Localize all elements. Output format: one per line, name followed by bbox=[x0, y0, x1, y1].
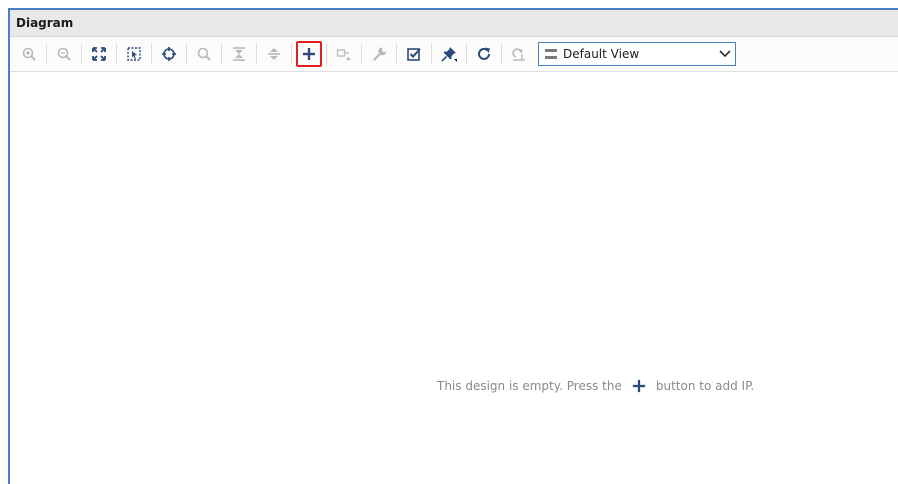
view-select-value: Default View bbox=[563, 47, 640, 61]
toolbar-separator bbox=[466, 44, 467, 64]
make-external-button[interactable] bbox=[331, 41, 357, 67]
zoom-in-icon bbox=[22, 47, 36, 61]
validate-design-button[interactable] bbox=[401, 41, 427, 67]
toolbar-separator bbox=[326, 44, 327, 64]
zoom-out-icon bbox=[57, 47, 71, 61]
toolbar-separator bbox=[151, 44, 152, 64]
diagram-panel: Diagram Default View This design is empt… bbox=[8, 8, 898, 484]
toolbar-separator bbox=[501, 44, 502, 64]
search-button[interactable] bbox=[191, 41, 217, 67]
collapse-all-icon bbox=[233, 47, 245, 61]
make-external-icon bbox=[336, 49, 351, 61]
add-ip-icon bbox=[303, 48, 315, 60]
view-select[interactable]: Default View bbox=[538, 42, 736, 66]
zoom-in-button[interactable] bbox=[16, 41, 42, 67]
add-ip-inline-button[interactable] bbox=[632, 379, 646, 393]
toolbar-separator bbox=[361, 44, 362, 64]
customize-button[interactable] bbox=[366, 41, 392, 67]
empty-message-prefix: This design is empty. Press the bbox=[437, 379, 622, 393]
diagram-toolbar: Default View bbox=[10, 37, 898, 72]
toolbar-separator bbox=[81, 44, 82, 64]
toolbar-separator bbox=[46, 44, 47, 64]
zoom-selection-icon bbox=[127, 47, 141, 61]
add-ip-button[interactable] bbox=[296, 41, 322, 67]
toolbar-separator bbox=[291, 44, 292, 64]
refresh-button[interactable] bbox=[471, 41, 497, 67]
chevron-down-icon bbox=[715, 50, 735, 58]
toolbar-separator bbox=[431, 44, 432, 64]
refresh-icon bbox=[478, 47, 490, 60]
auto-fit-selection-button[interactable] bbox=[156, 41, 182, 67]
wrench-icon bbox=[373, 47, 387, 61]
expand-all-button[interactable] bbox=[261, 41, 287, 67]
toolbar-separator bbox=[186, 44, 187, 64]
diagram-canvas[interactable]: This design is empty. Press the button t… bbox=[10, 73, 898, 484]
panel-title: Diagram bbox=[16, 16, 74, 30]
zoom-selection-button[interactable] bbox=[121, 41, 147, 67]
toolbar-separator bbox=[221, 44, 222, 64]
zoom-out-button[interactable] bbox=[51, 41, 77, 67]
expand-all-icon bbox=[268, 48, 280, 60]
pin-icon bbox=[441, 47, 457, 62]
toolbar-separator bbox=[396, 44, 397, 64]
zoom-fit-button[interactable] bbox=[86, 41, 112, 67]
regenerate-layout-button[interactable] bbox=[506, 41, 532, 67]
regenerate-layout-icon bbox=[512, 48, 525, 61]
pin-button[interactable] bbox=[436, 41, 462, 67]
validate-design-icon bbox=[407, 48, 421, 61]
collapse-all-button[interactable] bbox=[226, 41, 252, 67]
panel-titlebar: Diagram bbox=[10, 10, 898, 37]
plus-icon bbox=[632, 379, 645, 393]
search-icon bbox=[197, 47, 211, 61]
zoom-fit-icon bbox=[92, 47, 106, 61]
toolbar-separator bbox=[116, 44, 117, 64]
empty-design-message: This design is empty. Press the button t… bbox=[437, 379, 754, 393]
view-list-icon bbox=[545, 49, 557, 59]
toolbar-separator bbox=[256, 44, 257, 64]
empty-message-suffix: button to add IP. bbox=[655, 379, 755, 393]
crosshair-icon bbox=[162, 47, 176, 61]
